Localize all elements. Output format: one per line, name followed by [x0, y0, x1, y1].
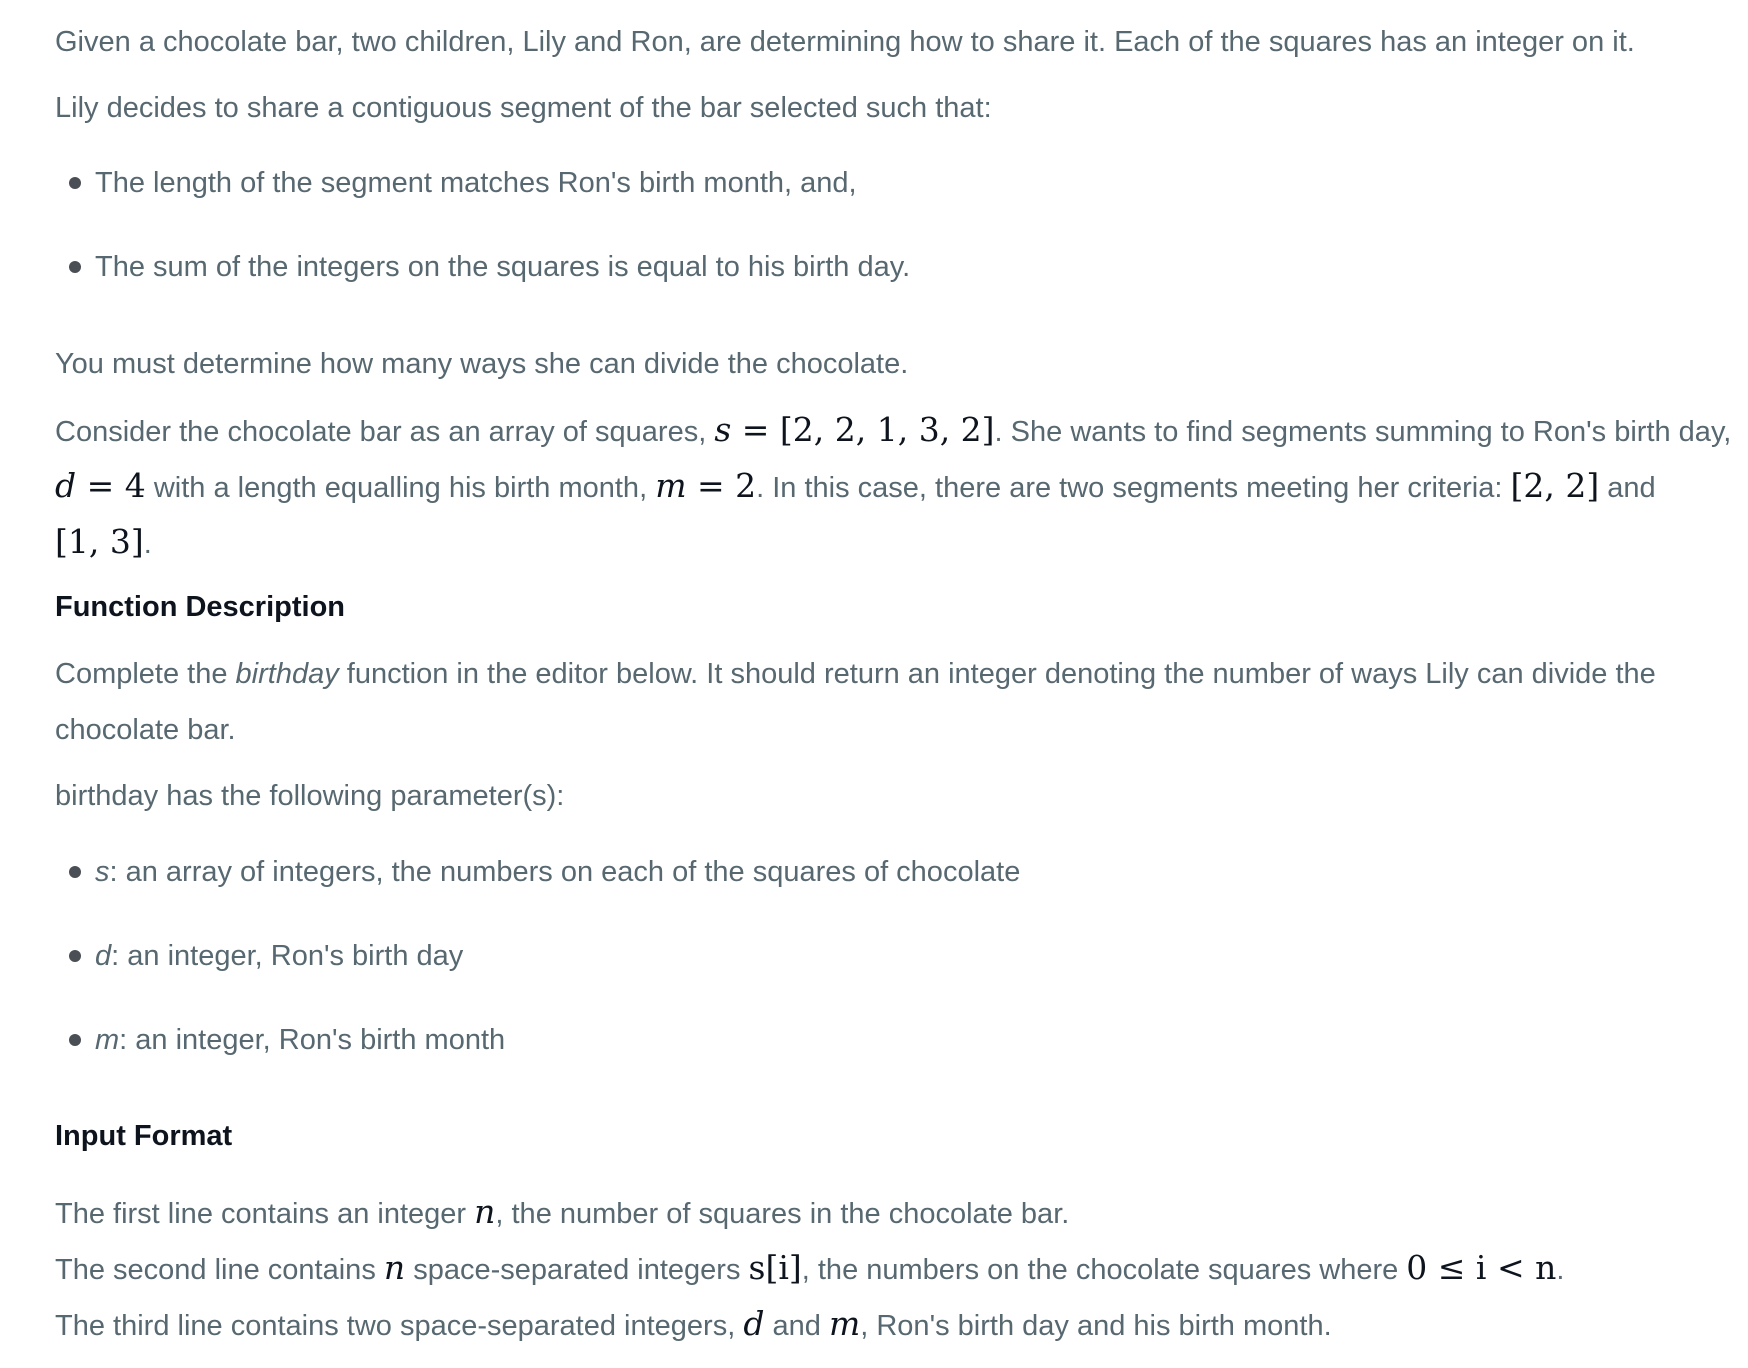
text: , Ron's birth day and his birth month. [860, 1310, 1332, 1342]
list-item: s: an array of integers, the numbers on … [55, 844, 1655, 928]
param-desc: : an integer, Ron's birth day [111, 940, 464, 972]
list-item: m: an integer, Ron's birth month [55, 1012, 1655, 1096]
math-expression: d [743, 1304, 765, 1343]
example-text: and [1599, 472, 1656, 504]
function-description-paragraph: Complete the birthday function in the ed… [55, 646, 1710, 758]
param-name: m [95, 1024, 120, 1056]
text: Complete the [55, 658, 236, 690]
bullet-icon [69, 866, 81, 878]
param-name: s [95, 856, 110, 888]
input-format-paragraph: The first line contains an integer n, th… [55, 1184, 1710, 1352]
example-paragraph: Consider the chocolate bar as an array o… [55, 402, 1731, 570]
criteria-list: The length of the segment matches Ron's … [55, 155, 1655, 323]
text: . [1556, 1254, 1565, 1286]
list-item: The length of the segment matches Ron's … [55, 155, 1655, 239]
bullet-icon [69, 1034, 81, 1046]
math-expression: n [383, 1248, 406, 1287]
math-expression: 0 ≤ i < n [1406, 1248, 1557, 1287]
example-text: . She wants to find segments summing to … [994, 416, 1732, 448]
text: The third line contains two space-separa… [55, 1310, 744, 1342]
param-name: d [95, 940, 112, 972]
text: and [764, 1310, 829, 1342]
param-desc: : an array of integers, the numbers on e… [109, 856, 1021, 888]
text: , the numbers on the chocolate squares w… [801, 1254, 1407, 1286]
function-name: birthday [235, 658, 339, 690]
intro-paragraph-1: Given a chocolate bar, two children, Lil… [55, 26, 1635, 58]
params-intro: birthday has the following parameter(s): [55, 780, 565, 812]
intro-paragraph-2: Lily decides to share a contiguous segme… [55, 92, 992, 124]
math-expression: [1, 3] [55, 522, 144, 561]
math-expression: [2, 2] [1510, 466, 1600, 505]
example-text: . [143, 528, 152, 560]
bullet-icon [69, 261, 81, 273]
params-list: s: an array of integers, the numbers on … [55, 844, 1655, 1096]
text: , the number of squares in the chocolate… [495, 1198, 1070, 1230]
math-expression: d = 4 [55, 466, 146, 505]
math-expression: s[i] [748, 1248, 802, 1287]
text: The second line contains [55, 1254, 384, 1286]
function-description-heading: Function Description [55, 591, 345, 623]
text: The first line contains an integer [55, 1198, 475, 1230]
list-item: d: an integer, Ron's birth day [55, 928, 1655, 1012]
input-format-heading: Input Format [55, 1120, 233, 1152]
math-expression: m = 2 [655, 466, 757, 505]
math-expression: m [828, 1304, 861, 1343]
example-text: with a length equalling his birth month, [145, 472, 648, 504]
list-item: The sum of the integers on the squares i… [55, 239, 1655, 323]
intro-paragraph-3: You must determine how many ways she can… [55, 348, 909, 380]
example-text: Consider the chocolate bar as an array o… [55, 416, 707, 448]
bullet-icon [69, 177, 81, 189]
bullet-icon [69, 950, 81, 962]
criteria-text: The sum of the integers on the squares i… [95, 251, 911, 283]
criteria-text: The length of the segment matches Ron's … [95, 167, 857, 199]
math-expression: s = [2, 2, 1, 3, 2] [714, 410, 995, 449]
text: space-separated integers [405, 1254, 749, 1286]
param-desc: : an integer, Ron's birth month [119, 1024, 506, 1056]
example-text: . In this case, there are two segments m… [756, 472, 1503, 504]
math-expression: n [474, 1192, 496, 1231]
